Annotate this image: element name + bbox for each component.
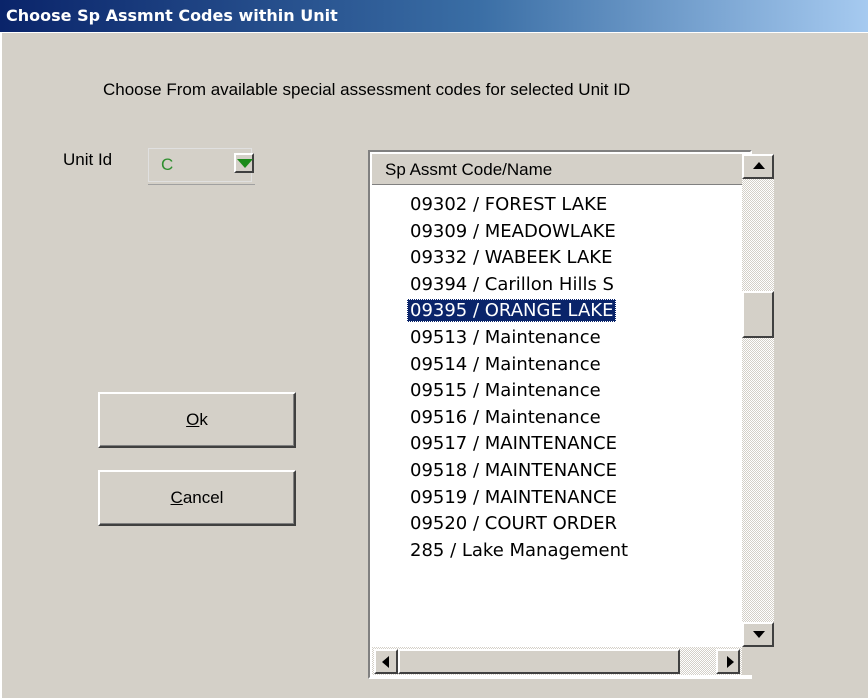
arrow-down-icon [753,631,765,638]
list-item-label: 09519 / MAINTENANCE [410,486,617,508]
list-item[interactable]: 09395 / ORANGE LAKE [370,298,742,325]
list-item[interactable]: 09516 / Maintenance [370,405,742,432]
list-item[interactable]: 09518 / MAINTENANCE [370,458,742,485]
list-item[interactable]: 09394 / Carillon Hills S [370,272,742,299]
list-item[interactable]: 09513 / Maintenance [370,325,742,352]
scrollbar-corner [742,647,774,675]
horizontal-scrollbar[interactable] [372,647,742,675]
list-header-label: Sp Assmt Code/Name [385,160,553,179]
scroll-right-button[interactable] [716,649,740,674]
list-item-label: 285 / Lake Management [410,539,629,561]
unit-id-value: C [161,155,174,174]
scroll-up-button[interactable] [742,154,774,179]
sp-assmt-code-listbox[interactable]: Sp Assmt Code/Name 09302 / FOREST LAKE 09… [368,150,774,679]
list-item[interactable]: 09515 / Maintenance [370,378,742,405]
list-rows: 09302 / FOREST LAKE 09309 / MEADOWLAKE 093… [370,192,742,564]
list-item-label: 09518 / MAINTENANCE [410,459,617,481]
list-item-label: 09515 / Maintenance [410,380,601,402]
list-item[interactable]: 09517 / MAINTENANCE [370,431,742,458]
chevron-down-icon [237,159,253,168]
vertical-scroll-thumb[interactable] [742,291,774,338]
title-bar[interactable]: Choose Sp Assmnt Codes within Unit [0,0,868,32]
list-item[interactable]: 09332 / WABEEK LAKE [370,245,742,272]
list-item-label: 09394 / Carillon Hills S [410,273,614,295]
list-item-label: 09513 / Maintenance [410,326,601,348]
list-column-header[interactable]: Sp Assmt Code/Name [372,154,742,185]
list-item-label: 09514 / Maintenance [410,353,601,375]
arrow-left-icon [382,656,389,668]
combo-underline [148,184,255,185]
cancel-button-label: Cancel [170,488,224,507]
list-item-label: 09395 / ORANGE LAKE [407,299,617,323]
list-item[interactable]: 09309 / MEADOWLAKE [370,219,742,246]
horizontal-scroll-thumb[interactable] [398,649,680,674]
scroll-down-button[interactable] [742,622,774,647]
cancel-button[interactable]: Cancel [98,470,296,526]
list-item-label: 09309 / MEADOWLAKE [410,220,616,242]
arrow-right-icon [727,656,734,668]
list-item-label: 09302 / FOREST LAKE [410,194,608,215]
unit-id-combobox[interactable]: C [148,148,254,182]
list-item[interactable]: 285 / Lake Management [370,538,742,565]
list-item[interactable]: 09514 / Maintenance [370,352,742,379]
unit-id-dropdown-button[interactable] [234,153,254,173]
instruction-text: Choose From available special assessment… [103,80,631,99]
window-title: Choose Sp Assmnt Codes within Unit [6,6,338,25]
dialog-window: Choose Sp Assmnt Codes within Unit Choos… [0,0,868,698]
list-item-label: 09516 / Maintenance [410,406,601,428]
ok-button-label: Ok [186,410,208,429]
list-item[interactable]: 09520 / COURT ORDER [370,511,742,538]
ok-button[interactable]: Ok [98,392,296,448]
list-item-label: 09517 / MAINTENANCE [410,433,617,455]
list-item-label: 09520 / COURT ORDER [410,513,618,535]
vertical-scrollbar[interactable] [742,154,774,647]
scroll-left-button[interactable] [374,649,398,674]
list-item[interactable]: 09519 / MAINTENANCE [370,485,742,512]
arrow-up-icon [753,162,765,169]
unit-id-label: Unit Id [63,150,113,169]
list-item[interactable]: 09302 / FOREST LAKE [370,192,742,219]
list-item-label: 09332 / WABEEK LAKE [410,247,613,269]
